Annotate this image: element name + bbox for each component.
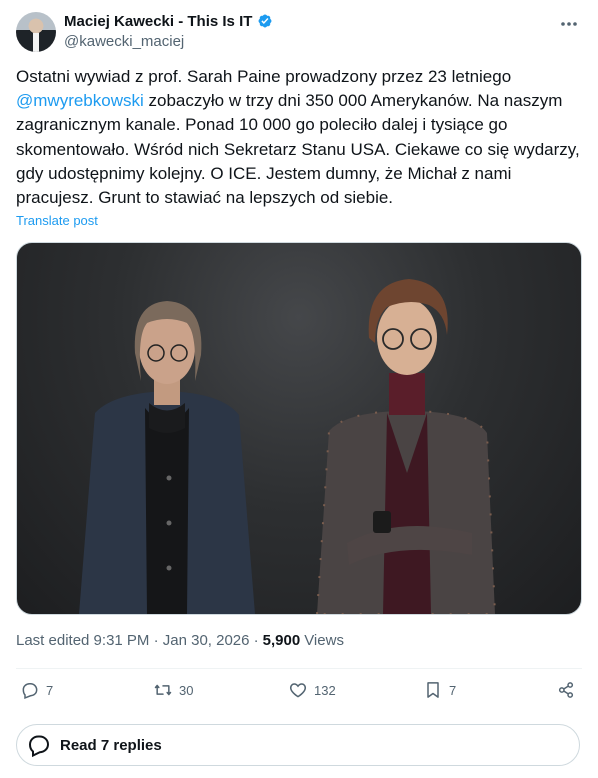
action-bar: 7 30 132 7 <box>16 680 582 704</box>
views-count: 5,900 <box>262 632 301 649</box>
share-icon <box>558 682 574 698</box>
read-replies-label: Read 7 replies <box>60 736 162 754</box>
like-count: 132 <box>314 682 336 698</box>
person-left <box>79 301 255 614</box>
tweet-header: Maciej Kawecki - This Is IT @kawecki_mac… <box>16 11 582 53</box>
reply-icon <box>22 683 38 700</box>
more-options-button[interactable] <box>558 13 580 35</box>
author-handle[interactable]: @kawecki_maciej <box>64 33 184 50</box>
tweet-meta: Last edited 9:31 PM · Jan 30, 2026 · 5,9… <box>16 632 344 649</box>
photo-illustration <box>79 279 497 614</box>
divider-top <box>16 668 582 669</box>
tweet-photo[interactable] <box>16 242 582 615</box>
author-display-name[interactable]: Maciej Kawecki - This Is IT <box>64 13 252 30</box>
tweet-text-part1: Ostatni wywiad z prof. Sarah Paine prowa… <box>16 67 512 86</box>
read-replies-button[interactable]: Read 7 replies <box>16 724 580 766</box>
edited-timestamp[interactable]: Last edited 9:31 PM · Jan 30, 2026 · <box>16 632 259 649</box>
repost-count: 30 <box>179 682 194 698</box>
repost-icon <box>154 684 172 696</box>
tweet-text: Ostatni wywiad z prof. Sarah Paine prowa… <box>16 65 586 210</box>
views-label: Views <box>304 632 344 649</box>
person-right <box>315 279 497 614</box>
repost-button[interactable]: 30 <box>153 680 193 700</box>
author-name-row: Maciej Kawecki - This Is IT <box>64 12 274 30</box>
bookmark-count: 7 <box>449 682 457 698</box>
reply-bubble-icon <box>28 735 50 758</box>
avatar[interactable] <box>16 12 56 52</box>
share-button[interactable] <box>556 680 576 700</box>
mention-link[interactable]: @mwyrebkowski <box>16 91 144 110</box>
reply-button[interactable]: 7 <box>20 680 53 700</box>
bookmark-button[interactable]: 7 <box>423 680 456 700</box>
more-dots-icon <box>561 22 577 26</box>
bookmark-icon <box>427 682 439 698</box>
translate-post-link[interactable]: Translate post <box>16 213 98 228</box>
like-button[interactable]: 132 <box>288 680 336 700</box>
verified-badge-icon <box>258 14 272 28</box>
reply-count: 7 <box>46 682 54 698</box>
heart-icon <box>289 683 307 698</box>
